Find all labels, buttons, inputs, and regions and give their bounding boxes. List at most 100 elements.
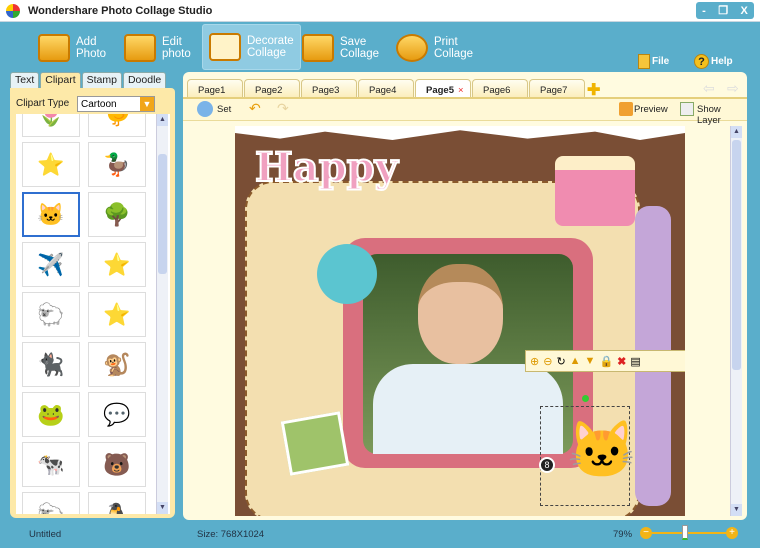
clipart-item[interactable]: 🐄 (22, 442, 80, 487)
happy-text[interactable]: Happy (254, 143, 399, 192)
rotate-icon[interactable]: ↻ (556, 355, 565, 368)
tab-page5[interactable]: Page5 × (415, 79, 471, 98)
file-menu[interactable]: File (638, 54, 669, 69)
print-collage-button[interactable]: Print Collage (390, 26, 479, 70)
scroll-down-icon[interactable]: ▼ (157, 502, 168, 514)
add-photo-button[interactable]: Add Photo (32, 26, 112, 70)
clipart-item[interactable]: 🐑 (22, 492, 80, 514)
zoom-level: 79% (613, 529, 633, 540)
print-icon (396, 34, 428, 62)
minimize-button[interactable]: - (702, 5, 706, 17)
decorate-collage-button[interactable]: Decorate Collage (202, 24, 301, 70)
clipart-item[interactable]: 🐤 (88, 114, 146, 137)
close-tab-icon[interactable]: × (458, 85, 464, 96)
label: Collage (340, 48, 379, 60)
tab-page4[interactable]: Page4 (358, 79, 414, 97)
zoom-track (652, 532, 726, 534)
help-menu[interactable]: ? Help (694, 54, 733, 69)
zoom-out-icon[interactable]: ⊖ (543, 355, 552, 368)
file-icon (638, 54, 650, 69)
cake-clipart[interactable] (555, 156, 635, 226)
show-layer-button[interactable]: Show Layer (697, 104, 747, 126)
clipart-item[interactable]: 🐒 (88, 342, 146, 387)
tab-text[interactable]: Text (10, 72, 40, 88)
tab-stamp[interactable]: Stamp (81, 72, 122, 88)
tab-page1[interactable]: Page1 (187, 79, 243, 97)
window-title: Wondershare Photo Collage Studio (28, 5, 213, 17)
gift-clipart[interactable] (280, 411, 350, 476)
set-icon (197, 101, 213, 117)
clipart-item[interactable]: 🐑 (22, 292, 80, 337)
bring-forward-icon[interactable]: ▲ (570, 355, 581, 367)
set-button[interactable]: Set (217, 104, 231, 115)
edit-photo-button[interactable]: Edit photo (118, 26, 197, 70)
next-arrow-icon[interactable]: ⇨ (727, 80, 739, 97)
clipart-item[interactable]: 🦆 (88, 142, 146, 187)
scroll-up-icon[interactable]: ▲ (157, 114, 168, 126)
send-backward-icon[interactable]: ▼ (585, 355, 596, 367)
zoom-in-icon[interactable]: ⊕ (530, 355, 539, 368)
clipart-item[interactable]: 🐧 (88, 492, 146, 514)
lock-icon[interactable]: 🔒 (599, 355, 613, 368)
clipart-item[interactable]: 🐸 (22, 392, 80, 437)
clipart-item[interactable]: 🐱 (22, 192, 80, 237)
page-tabs: Page1 Page2 Page3 Page4 Page5 × Page6 Page7 (187, 79, 585, 98)
window-controls: - ❐ X (696, 2, 754, 19)
clipart-scrollbar[interactable]: ▲ ▼ (156, 114, 168, 514)
scroll-up-icon[interactable]: ▲ (731, 126, 742, 138)
rotate-handle[interactable] (582, 395, 589, 402)
clipart-item[interactable]: ⭐ (88, 242, 146, 287)
collage-canvas[interactable]: Happy 🐱 8 ⊕ ⊖ ↻ ▲ ▼ 🔒 ✖ ▤ (235, 126, 685, 516)
canvas-scrollbar[interactable]: ▲ ▼ (730, 126, 742, 516)
chevron-down-icon[interactable]: ▼ (140, 97, 154, 111)
panel-body: Clipart Type Cartoon ▼ ▲ ▼ 🌷 🐤 ⭐ 🦆 🐱 🌳 ✈️ ⭐ 🐑 ⭐ 🐈‍⬛… (10, 88, 175, 518)
preview-button[interactable]: Preview (634, 104, 668, 115)
restore-button[interactable]: ❐ (718, 4, 728, 17)
clipart-item[interactable]: 🐻 (88, 442, 146, 487)
tab-page6[interactable]: Page6 (472, 79, 528, 97)
label: Collage (247, 47, 286, 59)
tab-page2[interactable]: Page2 (244, 79, 300, 97)
scroll-thumb[interactable] (732, 140, 741, 370)
clipart-item[interactable]: 💬 (88, 392, 146, 437)
tab-doodle[interactable]: Doodle (122, 72, 167, 88)
close-button[interactable]: X (740, 5, 747, 17)
clipart-item[interactable]: 🐈‍⬛ (22, 342, 80, 387)
clipart-type-select[interactable]: Cartoon ▼ (77, 96, 155, 112)
properties-icon[interactable]: ▤ (630, 355, 640, 368)
page-tab-label: Page2 (255, 85, 283, 96)
zoom-out-button[interactable]: − (640, 527, 652, 539)
preview-icon (619, 102, 633, 116)
delete-icon[interactable]: ✖ (617, 355, 626, 368)
prev-arrow-icon[interactable]: ⇦ (703, 80, 715, 97)
label: photo (162, 48, 191, 60)
girl-shirt (373, 364, 563, 454)
label: Photo (76, 48, 107, 60)
zoom-in-button[interactable]: + (726, 527, 738, 539)
clipart-item[interactable]: ⭐ (22, 142, 80, 187)
zoom-slider[interactable]: − + (640, 525, 738, 540)
layer-badge: 8 (539, 457, 555, 473)
label: Collage (434, 48, 473, 60)
selection-box[interactable]: 🐱 8 (539, 395, 637, 506)
clipart-item[interactable]: ✈️ (22, 242, 80, 287)
flower-clipart[interactable] (317, 244, 377, 304)
girl-face (418, 264, 503, 364)
label: Decorate (247, 35, 294, 47)
file-label: File (652, 56, 670, 67)
save-collage-button[interactable]: Save Collage (296, 26, 385, 70)
tab-page3[interactable]: Page3 (301, 79, 357, 97)
undo-icon[interactable]: ↶ (249, 100, 261, 117)
clipart-item[interactable]: 🌷 (22, 114, 80, 137)
tab-page7[interactable]: Page7 (529, 79, 585, 97)
clipart-item[interactable]: ⭐ (88, 292, 146, 337)
scroll-thumb[interactable] (158, 154, 167, 274)
redo-icon[interactable]: ↷ (277, 100, 289, 117)
object-toolbar: ⊕ ⊖ ↻ ▲ ▼ 🔒 ✖ ▤ (525, 350, 685, 372)
label: Print (434, 36, 458, 48)
scroll-down-icon[interactable]: ▼ (731, 504, 742, 516)
zoom-thumb[interactable] (682, 525, 689, 540)
clipart-item[interactable]: 🌳 (88, 192, 146, 237)
tab-clipart[interactable]: Clipart (40, 72, 81, 88)
label: Edit (162, 36, 182, 48)
